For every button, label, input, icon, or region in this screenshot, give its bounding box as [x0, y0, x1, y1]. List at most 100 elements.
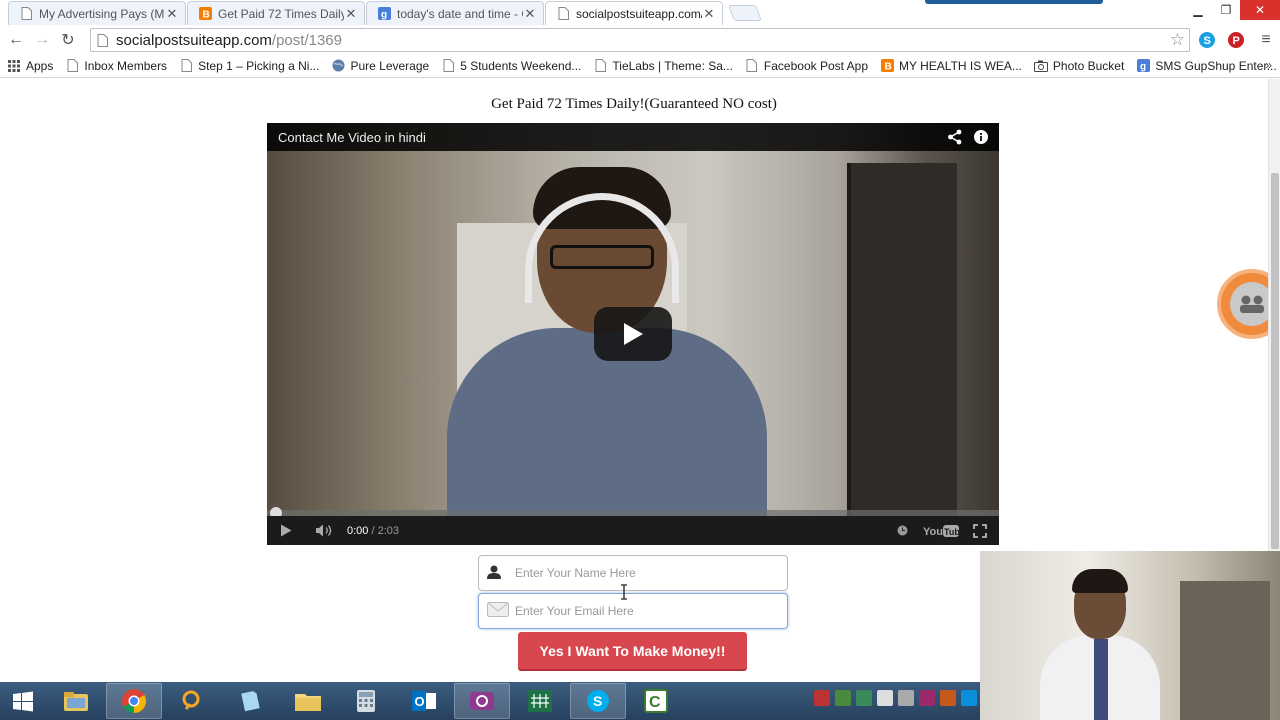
notepad-icon[interactable]: [222, 683, 278, 719]
video-title[interactable]: Contact Me Video in hindi: [278, 130, 426, 145]
address-bar[interactable]: socialpostsuiteapp.com/post/1369 ☆: [90, 28, 1190, 52]
forward-icon[interactable]: →: [29, 27, 55, 53]
tab-strip: My Advertising Pays (M.A ✕ B Get Paid 72…: [0, 0, 1280, 26]
video-time: 0:00 / 2:03: [347, 525, 399, 537]
camtasia-icon[interactable]: C: [628, 683, 684, 719]
share-icon[interactable]: [947, 129, 963, 148]
email-input[interactable]: [515, 604, 775, 618]
tray-network-icon[interactable]: [856, 690, 872, 706]
person-icon: [487, 565, 501, 582]
outlook-icon[interactable]: O: [396, 683, 452, 719]
tray-settings-icon[interactable]: [898, 690, 914, 706]
tray-skype-icon[interactable]: [961, 690, 977, 706]
star-icon[interactable]: ☆: [1170, 30, 1185, 50]
close-window-icon[interactable]: ✕: [1240, 0, 1280, 20]
video-title-bar: Contact Me Video in hindi: [267, 123, 999, 151]
bookmark-sms-gupshup[interactable]: g SMS GupShup Enter...: [1130, 55, 1280, 77]
video-player[interactable]: Contact Me Video in hindi 0:00 / 2:03 Yo…: [267, 123, 999, 545]
svg-text:O: O: [415, 694, 425, 709]
pinterest-extension-icon[interactable]: P: [1226, 30, 1246, 50]
page-icon: [179, 59, 193, 73]
bookmarks-bar: Apps Inbox Members Step 1 – Picking a Ni…: [0, 54, 1280, 78]
make-money-submit-button[interactable]: Yes I Want To Make Money!!: [518, 632, 747, 669]
close-icon[interactable]: ✕: [165, 6, 179, 22]
bookmark-label: Inbox Members: [84, 58, 168, 73]
bookmark-label: 5 Students Weekend...: [460, 58, 582, 73]
bookmark-photo-bucket[interactable]: Photo Bucket: [1028, 55, 1130, 77]
tab-get-paid[interactable]: B Get Paid 72 Times Daily!(G ✕: [187, 1, 365, 25]
tab-label: Get Paid 72 Times Daily!(G: [218, 6, 344, 21]
window-indicator: [925, 0, 1103, 4]
bookmark-apps[interactable]: Apps: [0, 55, 59, 77]
bookmark-my-health[interactable]: B MY HEALTH IS WEA...: [874, 55, 1028, 77]
bookmark-label: Step 1 – Picking a Ni...: [198, 58, 320, 73]
windows-start-icon[interactable]: [0, 683, 46, 719]
fullscreen-icon[interactable]: [961, 523, 999, 538]
scrollbar-thumb[interactable]: [1271, 173, 1279, 549]
name-input[interactable]: [515, 566, 775, 580]
bookmark-step-1[interactable]: Step 1 – Picking a Ni...: [173, 55, 325, 77]
folder-icon[interactable]: [280, 683, 336, 719]
tab-google-search[interactable]: g today's date and time - G ✕: [366, 1, 544, 25]
tab-label: socialpostsuiteapp.com/p: [576, 6, 702, 21]
play-button[interactable]: [594, 307, 672, 361]
google-icon: g: [1136, 59, 1150, 73]
tray-app-icon[interactable]: [814, 690, 830, 706]
menu-icon[interactable]: ≡: [1256, 30, 1276, 50]
calculator-icon[interactable]: [338, 683, 394, 719]
watch-later-icon[interactable]: [883, 525, 921, 536]
svg-text:S: S: [1204, 35, 1211, 47]
tab-socialpostsuiteapp[interactable]: socialpostsuiteapp.com/p ✕: [545, 1, 723, 25]
url-path: /post/1369: [271, 31, 342, 49]
bookmark-label: SMS GupShup Enter...: [1155, 58, 1277, 73]
page-icon: [556, 7, 570, 21]
tray-arrow-icon[interactable]: [835, 690, 851, 706]
play-icon: [624, 323, 643, 345]
excel-icon[interactable]: [512, 683, 568, 719]
bookmark-label: MY HEALTH IS WEA...: [899, 58, 1022, 73]
system-tray: [814, 690, 977, 706]
tray-search-icon[interactable]: [919, 690, 935, 706]
email-field[interactable]: [478, 593, 788, 629]
globe-icon: [331, 59, 345, 73]
file-explorer-icon[interactable]: [48, 683, 104, 719]
skype-icon[interactable]: S: [570, 683, 626, 719]
new-tab-button[interactable]: [728, 5, 762, 21]
tray-office-icon[interactable]: [940, 690, 956, 706]
bookmark-label: Apps: [26, 58, 54, 73]
reload-icon[interactable]: ↻: [55, 27, 81, 53]
tab-label: My Advertising Pays (M.A: [39, 6, 165, 21]
close-icon[interactable]: ✕: [523, 6, 537, 22]
bookmark-pure-leverage[interactable]: Pure Leverage: [325, 55, 435, 77]
close-icon[interactable]: ✕: [344, 6, 358, 22]
skype-extension-icon[interactable]: S: [1197, 30, 1217, 50]
browser-toolbar: ← → ↻ socialpostsuiteapp.com/post/1369 ☆…: [0, 26, 1280, 54]
svg-text:Tube: Tube: [944, 527, 959, 537]
tray-cloud-icon[interactable]: [877, 690, 893, 706]
video-time-current: 0:00: [347, 524, 369, 537]
tab-my-advertising-pays[interactable]: My Advertising Pays (M.A ✕: [8, 1, 186, 25]
play-small-icon[interactable]: [267, 524, 305, 537]
page-icon: [745, 59, 759, 73]
bookmark-label: Photo Bucket: [1052, 58, 1125, 73]
svg-text:g: g: [1140, 62, 1146, 73]
video-frame-door: [847, 163, 957, 523]
volume-icon[interactable]: [305, 524, 343, 537]
name-field[interactable]: [478, 555, 788, 591]
bookmark-tielabs[interactable]: TieLabs | Theme: Sa...: [587, 55, 739, 77]
minimize-icon[interactable]: ▁: [1184, 0, 1212, 20]
bookmark-facebook-post-app[interactable]: Facebook Post App: [739, 55, 874, 77]
svg-text:P: P: [1233, 35, 1240, 47]
bookmark-inbox-members[interactable]: Inbox Members: [59, 55, 173, 77]
close-icon[interactable]: ✕: [702, 6, 716, 22]
search-app-icon[interactable]: [164, 683, 220, 719]
bookmarks-overflow-icon[interactable]: »: [1265, 58, 1272, 72]
info-icon[interactable]: [973, 129, 989, 148]
bookmark-5-students[interactable]: 5 Students Weekend...: [435, 55, 587, 77]
chrome-icon[interactable]: [106, 683, 162, 719]
video-time-total: / 2:03: [368, 524, 399, 537]
youtube-logo-icon[interactable]: YouTube: [921, 524, 961, 538]
screen-recorder-icon[interactable]: [454, 683, 510, 719]
restore-icon[interactable]: ❐: [1212, 0, 1240, 20]
back-icon[interactable]: ←: [3, 27, 29, 53]
